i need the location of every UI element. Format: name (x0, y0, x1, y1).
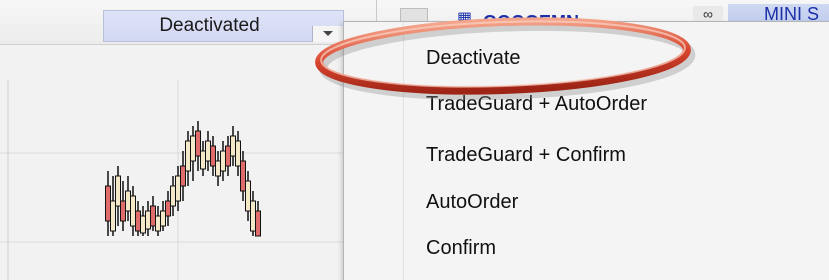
candle-body (110, 200, 116, 232)
candle-body (210, 145, 216, 167)
candle-body (205, 140, 211, 162)
candles (105, 121, 261, 237)
menu-item-label: TradeGuard + Confirm (426, 143, 626, 166)
candle-body (115, 175, 121, 207)
candle-body (190, 135, 196, 162)
candle-body (250, 200, 256, 232)
candle-body (185, 140, 191, 172)
candle-body (240, 160, 246, 192)
candle-body (230, 135, 236, 157)
candle-body (145, 210, 151, 230)
candle-body (180, 165, 186, 187)
candle-body (200, 150, 206, 170)
candle-body (245, 180, 251, 212)
menu-item-autoorder[interactable]: AutoOrder (344, 179, 829, 225)
candle-body (220, 150, 226, 172)
menu-item-label: TradeGuard + AutoOrder (426, 92, 648, 115)
candle-body (225, 145, 231, 167)
candle-body (155, 215, 161, 232)
candle-body (140, 215, 146, 234)
candle-body (165, 200, 171, 217)
menu-item-confirm[interactable]: Confirm (344, 225, 829, 271)
autotrade-status-dropdown[interactable]: Deactivated (103, 10, 344, 42)
candle-body (160, 210, 166, 227)
menu-item-label: AutoOrder (426, 190, 519, 213)
candle-body (255, 210, 261, 237)
candle-body (120, 200, 126, 222)
menu-item-tradeguard-autoorder[interactable]: TradeGuard + AutoOrder (344, 81, 829, 127)
menu-item-label: Confirm (426, 236, 497, 259)
status-value: Deactivated (159, 15, 260, 36)
candle-body (105, 185, 111, 222)
menu-item-label: Deactivate (426, 46, 521, 69)
candle-body (170, 185, 176, 207)
candle-body (130, 195, 136, 227)
candle-body (150, 205, 156, 227)
candle-body (215, 160, 221, 177)
menu-item-tradeguard-confirm[interactable]: TradeGuard + Confirm (344, 132, 829, 178)
candle-body (235, 140, 241, 167)
chevron-down-icon[interactable] (312, 26, 343, 42)
candlestick-chart (0, 80, 376, 280)
candle-body (125, 190, 131, 212)
candle-body (175, 175, 181, 202)
candle-body (135, 210, 141, 232)
candle-body (195, 130, 201, 157)
price-chart[interactable] (0, 44, 376, 280)
menu-item-deactivate[interactable]: Deactivate (344, 35, 829, 81)
autotrade-mode-menu: Deactivate TradeGuard + AutoOrder TradeG… (343, 21, 829, 280)
